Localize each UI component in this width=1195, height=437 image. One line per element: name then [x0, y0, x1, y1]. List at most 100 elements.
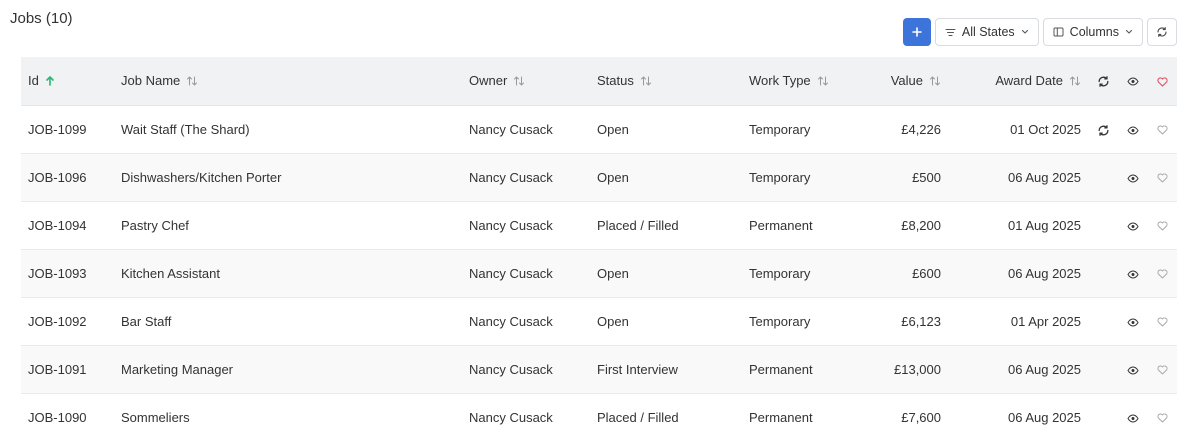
- work-type-cell: Permanent: [742, 201, 862, 250]
- column-header-favorite[interactable]: [1148, 57, 1177, 106]
- eye-icon: [1127, 222, 1139, 231]
- sync-cell: [1088, 345, 1118, 394]
- refresh-button[interactable]: [1147, 18, 1177, 46]
- eye-icon: [1127, 270, 1139, 279]
- job-name-link[interactable]: Wait Staff (The Shard): [114, 105, 462, 154]
- job-name-link[interactable]: Pastry Chef: [114, 201, 462, 250]
- value-cell: £600: [862, 249, 948, 298]
- watch-button[interactable]: [1118, 345, 1148, 394]
- favorite-button[interactable]: [1148, 393, 1177, 437]
- favorite-button[interactable]: [1148, 249, 1177, 298]
- sort-icon: [1070, 76, 1080, 86]
- favorite-button[interactable]: [1148, 201, 1177, 250]
- watch-button[interactable]: [1118, 201, 1148, 250]
- work-type-cell: Permanent: [742, 345, 862, 394]
- table-row[interactable]: JOB-1093 Kitchen Assistant Nancy Cusack …: [21, 249, 1177, 298]
- status-cell: First Interview: [590, 345, 742, 394]
- column-header-status[interactable]: Status: [590, 57, 742, 106]
- owner-cell: Nancy Cusack: [462, 153, 590, 202]
- watch-button[interactable]: [1118, 249, 1148, 298]
- table-row[interactable]: JOB-1096 Dishwashers/Kitchen Porter Nanc…: [21, 153, 1177, 202]
- eye-icon: [1127, 77, 1139, 86]
- column-header-sync[interactable]: [1088, 57, 1118, 106]
- job-name-link[interactable]: Bar Staff: [114, 297, 462, 346]
- job-id-link[interactable]: JOB-1093: [21, 249, 114, 298]
- job-name-link[interactable]: Marketing Manager: [114, 345, 462, 394]
- job-id-link[interactable]: JOB-1090: [21, 393, 114, 437]
- job-name-link[interactable]: Sommeliers: [114, 393, 462, 437]
- award-date-cell: 06 Aug 2025: [948, 153, 1088, 202]
- heart-outline-icon: [1157, 125, 1168, 135]
- job-id-link[interactable]: JOB-1091: [21, 345, 114, 394]
- work-type-cell: Temporary: [742, 105, 862, 154]
- sync-cell: [1088, 153, 1118, 202]
- columns-label: Columns: [1069, 25, 1119, 39]
- column-header-job-name[interactable]: Job Name: [114, 57, 462, 106]
- column-header-award-date[interactable]: Award Date: [948, 57, 1088, 106]
- watch-button[interactable]: [1118, 393, 1148, 437]
- column-header-value[interactable]: Value: [862, 57, 948, 106]
- favorite-button[interactable]: [1148, 297, 1177, 346]
- award-date-cell: 01 Aug 2025: [948, 201, 1088, 250]
- sync-icon: [1098, 124, 1108, 136]
- watch-button[interactable]: [1118, 297, 1148, 346]
- value-cell: £6,123: [862, 297, 948, 346]
- owner-cell: Nancy Cusack: [462, 249, 590, 298]
- table-header-row: Id Job Name Owner Status Work Type Value…: [21, 57, 1177, 106]
- work-type-cell: Permanent: [742, 393, 862, 437]
- column-header-owner[interactable]: Owner: [462, 57, 590, 106]
- job-name-link[interactable]: Dishwashers/Kitchen Porter: [114, 153, 462, 202]
- sync-icon: [1098, 76, 1108, 88]
- value-cell: £7,600: [862, 393, 948, 437]
- value-cell: £8,200: [862, 201, 948, 250]
- column-header-id[interactable]: Id: [21, 57, 114, 106]
- status-cell: Open: [590, 105, 742, 154]
- job-id-link[interactable]: JOB-1096: [21, 153, 114, 202]
- eye-icon: [1127, 414, 1139, 423]
- award-date-cell: 06 Aug 2025: [948, 249, 1088, 298]
- table-row[interactable]: JOB-1094 Pastry Chef Nancy Cusack Placed…: [21, 201, 1177, 250]
- value-cell: £13,000: [862, 345, 948, 394]
- watch-button[interactable]: [1118, 105, 1148, 154]
- table-row[interactable]: JOB-1090 Sommeliers Nancy Cusack Placed …: [21, 393, 1177, 437]
- columns-button[interactable]: Columns: [1042, 18, 1143, 46]
- job-name-link[interactable]: Kitchen Assistant: [114, 249, 462, 298]
- plus-icon: [912, 27, 922, 37]
- value-cell: £500: [862, 153, 948, 202]
- add-job-button[interactable]: [902, 18, 931, 46]
- eye-icon: [1127, 174, 1139, 183]
- columns-icon: [1053, 27, 1064, 37]
- all-states-filter-button[interactable]: All States: [934, 18, 1039, 46]
- work-type-cell: Temporary: [742, 249, 862, 298]
- all-states-label: All States: [961, 25, 1015, 39]
- heart-outline-icon: [1157, 413, 1168, 423]
- table-body: JOB-1099 Wait Staff (The Shard) Nancy Cu…: [21, 105, 1177, 437]
- award-date-cell: 06 Aug 2025: [948, 393, 1088, 437]
- job-id-link[interactable]: JOB-1099: [21, 105, 114, 154]
- table-row[interactable]: JOB-1092 Bar Staff Nancy Cusack Open Tem…: [21, 297, 1177, 346]
- status-cell: Open: [590, 249, 742, 298]
- sort-icon: [817, 76, 828, 86]
- job-id-link[interactable]: JOB-1094: [21, 201, 114, 250]
- status-cell: Open: [590, 297, 742, 346]
- filter-icon: [945, 28, 956, 36]
- eye-icon: [1127, 318, 1139, 327]
- watch-button[interactable]: [1118, 153, 1148, 202]
- jobs-table: Id Job Name Owner Status Work Type Value…: [21, 57, 1177, 437]
- favorite-button[interactable]: [1148, 345, 1177, 394]
- sort-ascending-icon: [46, 76, 54, 87]
- table-row[interactable]: JOB-1091 Marketing Manager Nancy Cusack …: [21, 345, 1177, 394]
- value-cell: £4,226: [862, 105, 948, 154]
- heart-outline-icon: [1157, 317, 1168, 327]
- favorite-button[interactable]: [1148, 153, 1177, 202]
- sort-icon: [930, 76, 940, 86]
- award-date-cell: 01 Oct 2025: [948, 105, 1088, 154]
- table-row[interactable]: JOB-1099 Wait Staff (The Shard) Nancy Cu…: [21, 105, 1177, 154]
- heart-icon: [1157, 77, 1168, 87]
- favorite-button[interactable]: [1148, 105, 1177, 154]
- column-header-watch[interactable]: [1118, 57, 1148, 106]
- sync-cell: [1088, 297, 1118, 346]
- column-header-work-type[interactable]: Work Type: [742, 57, 862, 106]
- sync-cell: [1088, 393, 1118, 437]
- job-id-link[interactable]: JOB-1092: [21, 297, 114, 346]
